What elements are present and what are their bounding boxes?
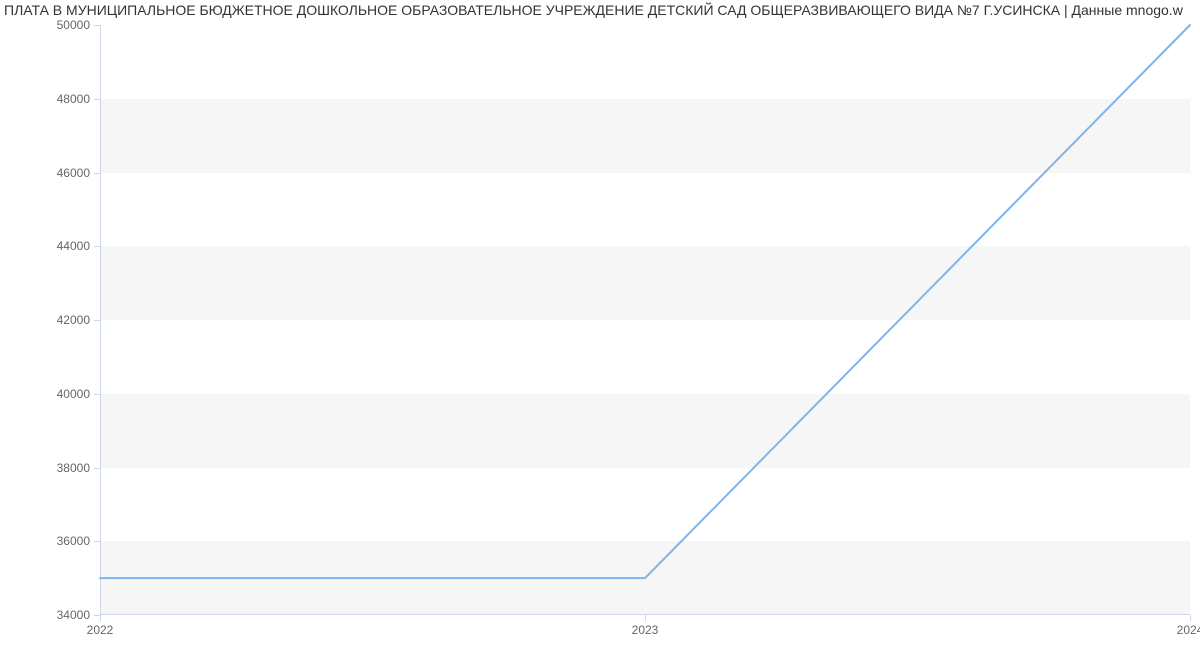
y-tick [94, 394, 100, 395]
y-tick [94, 25, 100, 26]
y-tick-label: 44000 [57, 239, 90, 253]
y-tick [94, 541, 100, 542]
x-tick-label: 2024 [1177, 623, 1200, 637]
y-tick-label: 36000 [57, 534, 90, 548]
y-tick-label: 42000 [57, 313, 90, 327]
series-layer [100, 25, 1190, 615]
y-tick-label: 46000 [57, 166, 90, 180]
y-tick [94, 173, 100, 174]
chart-title: ПЛАТА В МУНИЦИПАЛЬНОЕ БЮДЖЕТНОЕ ДОШКОЛЬН… [0, 2, 1200, 18]
x-tick-label: 2023 [632, 623, 659, 637]
x-tick [100, 615, 101, 621]
y-tick [94, 468, 100, 469]
y-tick [94, 320, 100, 321]
y-tick-label: 38000 [57, 461, 90, 475]
y-tick-label: 40000 [57, 387, 90, 401]
y-tick [94, 99, 100, 100]
line-chart: ПЛАТА В МУНИЦИПАЛЬНОЕ БЮДЖЕТНОЕ ДОШКОЛЬН… [0, 0, 1200, 650]
series-line [100, 25, 1190, 578]
plot-area: 3400036000380004000042000440004600048000… [100, 25, 1190, 615]
y-tick [94, 246, 100, 247]
y-tick-label: 50000 [57, 18, 90, 32]
x-tick [1190, 615, 1191, 621]
x-tick [645, 615, 646, 621]
x-tick-label: 2022 [87, 623, 114, 637]
y-tick-label: 34000 [57, 608, 90, 622]
y-tick-label: 48000 [57, 92, 90, 106]
